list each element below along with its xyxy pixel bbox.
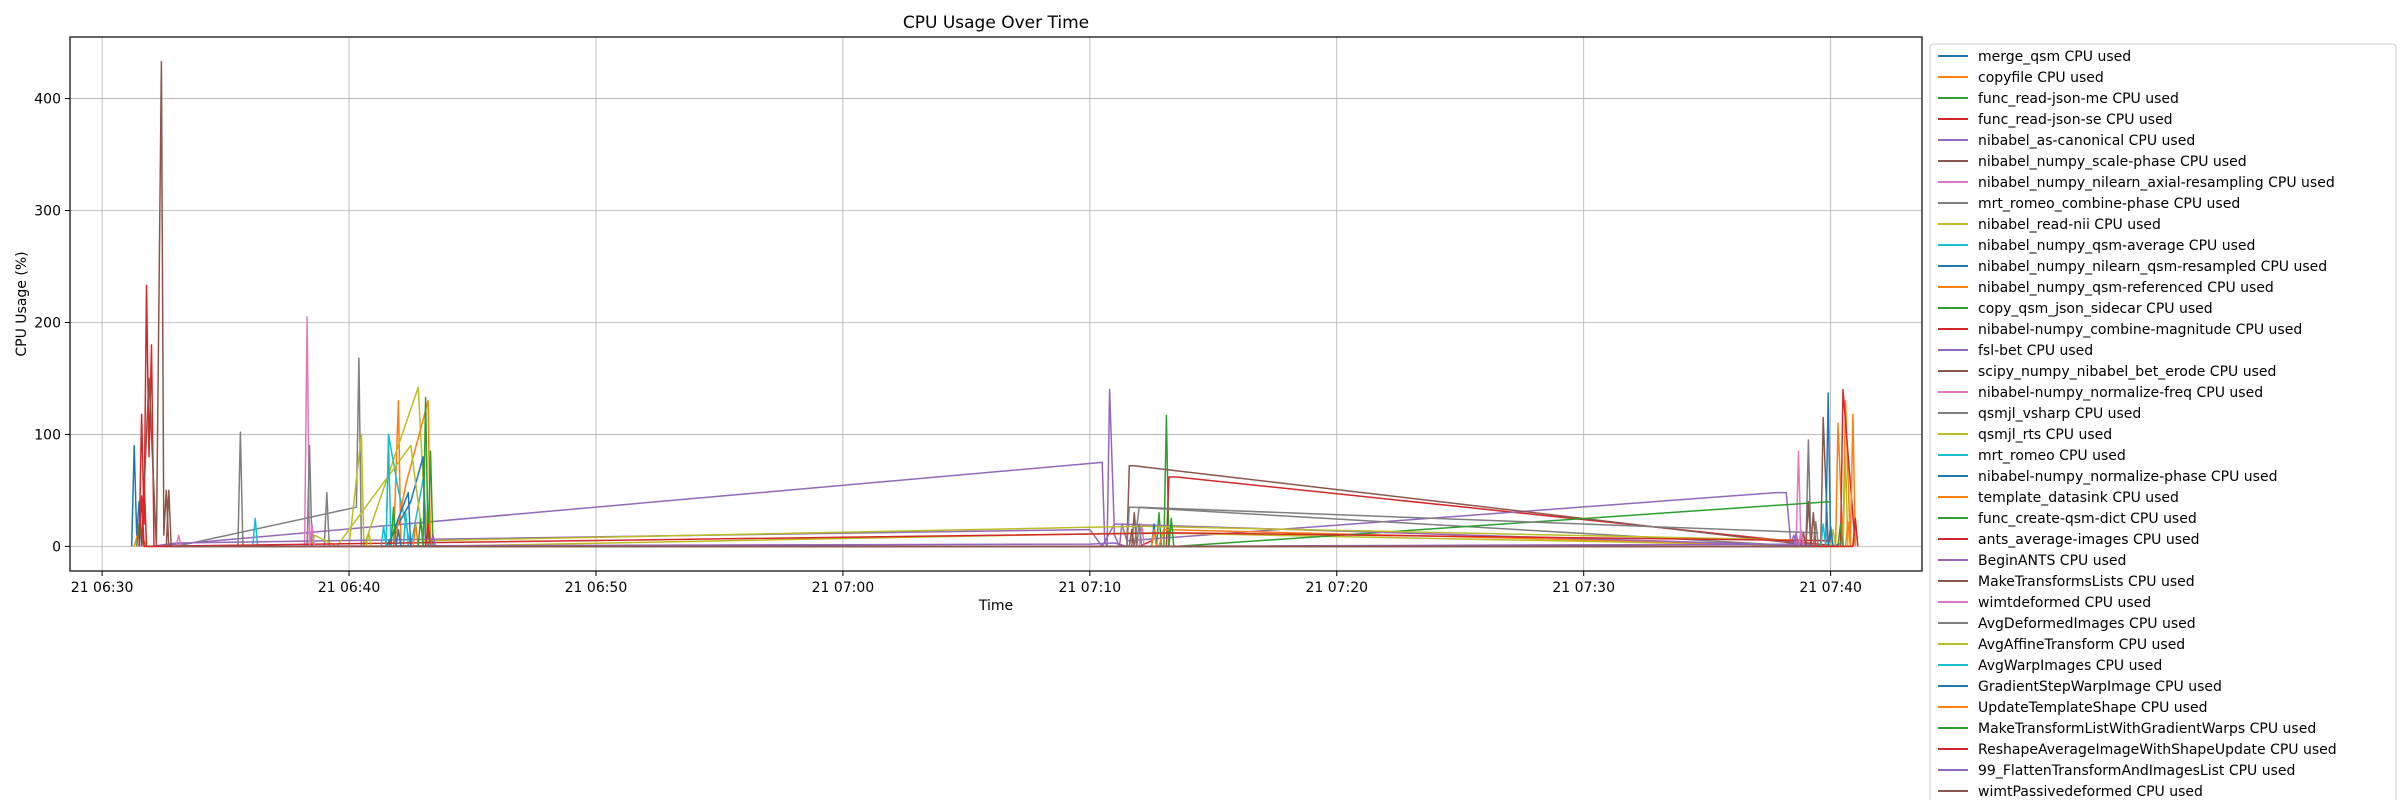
y-tick-label: 100 — [34, 427, 61, 443]
legend-entry-label: nibabel_numpy_nilearn_qsm-resampled CPU … — [1978, 259, 2327, 275]
legend-entry-label: nibabel_as-canonical CPU used — [1978, 133, 2195, 149]
legend-entry-label: UpdateTemplateShape CPU used — [1978, 700, 2207, 716]
legend-entry-label: nibabel-numpy_combine-magnitude CPU used — [1978, 322, 2302, 338]
cpu-usage-chart: CPU Usage Over Time 21 06:30 21 06:40 21 0… — [0, 0, 2400, 800]
legend-entry-label: GradientStepWarpImage CPU used — [1978, 679, 2222, 695]
legend-entry-label: BeginANTS CPU used — [1978, 553, 2126, 569]
legend-entry-label: copy_qsm_json_sidecar CPU used — [1978, 301, 2213, 317]
legend-entry-label: func_create-qsm-dict CPU used — [1978, 511, 2197, 527]
x-tick-label: 21 07:20 — [1305, 580, 1368, 596]
y-tick-label: 300 — [34, 204, 61, 220]
legend: merge_qsm CPU used copyfile CPU used func_… — [1929, 43, 2397, 800]
legend-entry-label: wimtPassivedeformed CPU used — [1978, 784, 2203, 800]
legend-entry-label: merge_qsm CPU used — [1978, 49, 2131, 65]
y-tick-label: 400 — [34, 92, 61, 108]
legend-entry-label: nibabel_numpy_qsm-referenced CPU used — [1978, 280, 2274, 296]
x-tick-label: 21 06:30 — [71, 580, 134, 596]
legend-entry-label: 99_FlattenTransformAndImagesList CPU use… — [1978, 763, 2295, 779]
y-tick-label: 200 — [34, 315, 61, 331]
x-tick-label: 21 06:40 — [318, 580, 381, 596]
x-tick-label: 21 07:00 — [812, 580, 875, 596]
legend-entry-label: func_read-json-me CPU used — [1978, 91, 2179, 107]
legend-entry-label: ants_average-images CPU used — [1978, 532, 2200, 548]
legend-entry-label: MakeTransformListWithGradientWarps CPU u… — [1978, 721, 2316, 737]
x-tick-label: 21 07:30 — [1552, 580, 1615, 596]
legend-entry-label: nibabel_read-nii CPU used — [1978, 217, 2161, 233]
legend-entry-label: nibabel-numpy_normalize-freq CPU used — [1978, 385, 2263, 401]
legend-entry-label: nibabel-numpy_normalize-phase CPU used — [1978, 469, 2277, 485]
legend-entry-label: func_read-json-se CPU used — [1978, 112, 2173, 128]
y-tick-label: 0 — [52, 539, 61, 555]
legend-entry-label: wimtdeformed CPU used — [1978, 595, 2151, 611]
legend-entry-label: AvgDeformedImages CPU used — [1978, 616, 2196, 632]
legend-entry-label: ReshapeAverageImageWithShapeUpdate CPU u… — [1978, 742, 2337, 758]
x-tick-label: 21 07:10 — [1059, 580, 1122, 596]
legend-entry-label: fsl-bet CPU used — [1978, 343, 2093, 359]
legend-entry-label: AvgWarpImages CPU used — [1978, 658, 2162, 674]
legend-entry-label: qsmjl_rts CPU used — [1978, 427, 2112, 443]
legend-entry-label: MakeTransformsLists CPU used — [1978, 574, 2195, 590]
chart-title: CPU Usage Over Time — [903, 13, 1089, 33]
x-tick-label: 21 07:40 — [1799, 580, 1862, 596]
x-axis-label: Time — [978, 598, 1013, 614]
y-axis-label: CPU Usage (%) — [14, 251, 30, 356]
legend-entry-label: nibabel_numpy_nilearn_axial-resampling C… — [1978, 175, 2335, 191]
legend-entry-label: nibabel_numpy_qsm-average CPU used — [1978, 238, 2255, 254]
legend-entry-label: AvgAffineTransform CPU used — [1978, 637, 2185, 653]
legend-entry-label: mrt_romeo CPU used — [1978, 448, 2126, 464]
legend-entry-label: copyfile CPU used — [1978, 70, 2104, 86]
x-tick-label: 21 06:50 — [565, 580, 628, 596]
legend-entry-label: qsmjl_vsharp CPU used — [1978, 406, 2141, 422]
legend-entry-label: scipy_numpy_nibabel_bet_erode CPU used — [1978, 364, 2276, 380]
legend-entry-label: mrt_romeo_combine-phase CPU used — [1978, 196, 2240, 212]
legend-entry-label: nibabel_numpy_scale-phase CPU used — [1978, 154, 2247, 170]
legend-entry-label: template_datasink CPU used — [1978, 490, 2179, 506]
